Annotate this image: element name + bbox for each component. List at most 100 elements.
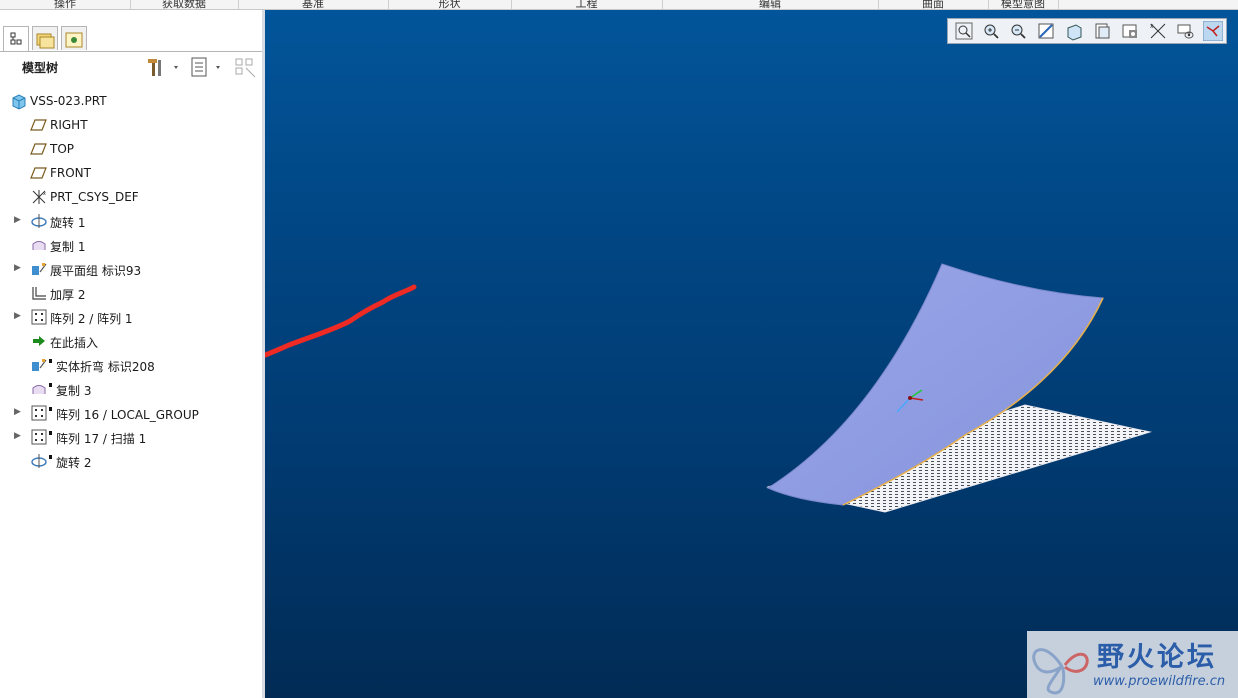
copy-surface-icon <box>32 385 46 394</box>
revolve-icon <box>31 214 47 228</box>
tree-item-label: 实体折弯 标识208 <box>56 360 155 374</box>
tree-item-label: TOP <box>50 142 75 156</box>
pattern-icon <box>31 405 47 421</box>
expand-arrow-icon[interactable]: ▶ <box>14 431 21 441</box>
svg-text:x: x <box>1150 23 1154 30</box>
favorites-icon <box>65 32 83 48</box>
show-dropdown-button[interactable] <box>190 56 226 78</box>
saved-views-icon[interactable] <box>1092 21 1112 41</box>
suppressed-marker-icon <box>49 431 52 435</box>
display-style-icon[interactable] <box>1064 21 1084 41</box>
solid-bend-icon <box>32 359 47 371</box>
suppressed-marker-icon <box>49 383 52 387</box>
tree-item-label: 旋转 2 <box>56 456 92 470</box>
ribbon-tab-engineering[interactable]: 工程 <box>511 0 663 9</box>
ribbon-tab-shapes[interactable]: 形状 <box>388 0 512 9</box>
tree-item-pattern-17[interactable]: ▶ 阵列 17 / 扫描 1 <box>0 426 260 448</box>
tree-item-copy-1[interactable]: 复制 1 <box>0 234 260 256</box>
tree-filter-button[interactable] <box>234 56 258 78</box>
expand-arrow-icon[interactable]: ▶ <box>14 215 21 225</box>
insert-here-arrow-icon <box>33 336 45 346</box>
tree-item-label: RIGHT <box>50 118 88 132</box>
expand-arrow-icon[interactable]: ▶ <box>14 407 21 417</box>
tree-item-top-plane[interactable]: TOP <box>0 138 260 160</box>
tree-item-label: PRT_CSYS_DEF <box>50 190 139 204</box>
model-scene <box>265 263 1152 513</box>
tree-item-right-plane[interactable]: RIGHT <box>0 114 260 136</box>
tree-item-pattern-16[interactable]: ▶ 阵列 16 / LOCAL_GROUP <box>0 402 260 424</box>
graphics-window[interactable] <box>265 10 1238 698</box>
suppressed-marker-icon <box>49 455 52 459</box>
flatten-quilt-icon <box>32 263 47 275</box>
spin-center-icon[interactable] <box>1176 21 1196 41</box>
tree-item-pattern-2[interactable]: ▶ 阵列 2 / 阵列 1 <box>0 306 260 328</box>
pattern-icon <box>31 429 47 445</box>
tree-item-label: 在此插入 <box>50 336 99 350</box>
suppressed-marker-icon <box>49 359 52 363</box>
tree-item-copy-3[interactable]: 复制 3 <box>0 378 260 400</box>
butterfly-logo-icon <box>1032 648 1089 695</box>
tree-item-csys[interactable]: x PRT_CSYS_DEF <box>0 186 260 208</box>
svg-text:x: x <box>43 191 46 197</box>
ribbon-tab-datum[interactable]: 基准 <box>238 0 389 9</box>
zoom-in-icon[interactable] <box>981 21 1001 41</box>
tree-item-label: 复制 1 <box>50 240 86 254</box>
tree-item-part[interactable]: VSS-023.PRT <box>0 90 260 112</box>
tree-item-label: 旋转 1 <box>50 216 86 230</box>
tree-item-label: FRONT <box>50 166 91 180</box>
view-manager-icon[interactable] <box>1120 21 1140 41</box>
datum-plane-icon <box>30 119 47 131</box>
repaint-icon[interactable] <box>1036 21 1056 41</box>
part-icon <box>12 94 26 110</box>
zoom-out-icon[interactable] <box>1008 21 1028 41</box>
tree-item-revolve-1[interactable]: ▶ 旋转 1 <box>0 210 260 232</box>
datum-display-icon[interactable]: x <box>1148 21 1168 41</box>
watermark-title: 野火论坛 <box>1097 642 1217 673</box>
forum-watermark-logo: 野火论坛 www.proewildfire.cn <box>1027 631 1238 698</box>
list-icon <box>191 57 220 77</box>
tree-item-revolve-2[interactable]: 旋转 2 <box>0 450 260 472</box>
hammer-icon <box>148 59 178 76</box>
expand-arrow-icon[interactable]: ▶ <box>14 311 21 321</box>
tree-item-front-plane[interactable]: FRONT <box>0 162 260 184</box>
model-tree-tab-icon <box>10 32 22 45</box>
annotation-freehand-stroke <box>265 284 417 358</box>
ribbon-tab-get-data[interactable]: 获取数据 <box>130 0 239 9</box>
tree-item-thicken-2[interactable]: 加厚 2 <box>0 282 260 304</box>
suppressed-marker-icon <box>49 407 52 411</box>
tree-item-solid-bend[interactable]: 实体折弯 标识208 <box>0 354 260 376</box>
ribbon-tab-operations[interactable]: 操作 <box>0 0 131 9</box>
refit-icon[interactable] <box>954 21 974 41</box>
datum-plane-icon <box>30 167 47 179</box>
ribbon-tab-surfaces[interactable]: 曲面 <box>878 0 989 9</box>
navigator-panel: 模型树 VSS-023.PRT RIGHT TOP FRONT x PRT_CS… <box>0 10 263 698</box>
tree-item-label: 展平面组 标识93 <box>50 264 142 278</box>
thicken-icon <box>32 287 46 300</box>
tree-item-label: VSS-023.PRT <box>30 94 107 108</box>
ribbon-tab-strip: 操作 获取数据 基准 形状 工程 编辑 曲面 模型意图 <box>0 0 1238 10</box>
annotation-display-icon[interactable] <box>1203 21 1223 41</box>
folder-browser-tab[interactable] <box>32 26 58 50</box>
tree-item-label: 阵列 17 / 扫描 1 <box>56 432 147 446</box>
tree-item-label: 阵列 16 / LOCAL_GROUP <box>56 408 199 422</box>
settings-dropdown-button[interactable] <box>146 56 184 78</box>
csys-icon: x <box>32 190 46 204</box>
filter-grid-icon <box>235 58 256 78</box>
tree-item-label: 复制 3 <box>56 384 92 398</box>
tree-item-label: 阵列 2 / 阵列 1 <box>50 312 133 326</box>
view-toolbar: x <box>947 18 1227 44</box>
favorites-tab[interactable] <box>61 26 87 50</box>
tree-item-insert-here[interactable]: 在此插入 <box>0 330 260 352</box>
pattern-icon <box>31 309 47 325</box>
folder-browser-icon <box>36 33 55 49</box>
watermark-url: www.proewildfire.cn <box>1093 674 1226 689</box>
expand-arrow-icon[interactable]: ▶ <box>14 263 21 273</box>
copy-surface-icon <box>32 241 46 250</box>
ribbon-tab-editing[interactable]: 编辑 <box>662 0 879 9</box>
tree-item-flatten-quilt[interactable]: ▶ 展平面组 标识93 <box>0 258 260 280</box>
datum-plane-icon <box>30 143 47 155</box>
model-tree-tab[interactable] <box>3 26 29 52</box>
tree-item-label: 加厚 2 <box>50 288 86 302</box>
revolve-icon <box>31 454 47 468</box>
ribbon-tab-model-intent[interactable]: 模型意图 <box>988 0 1059 9</box>
